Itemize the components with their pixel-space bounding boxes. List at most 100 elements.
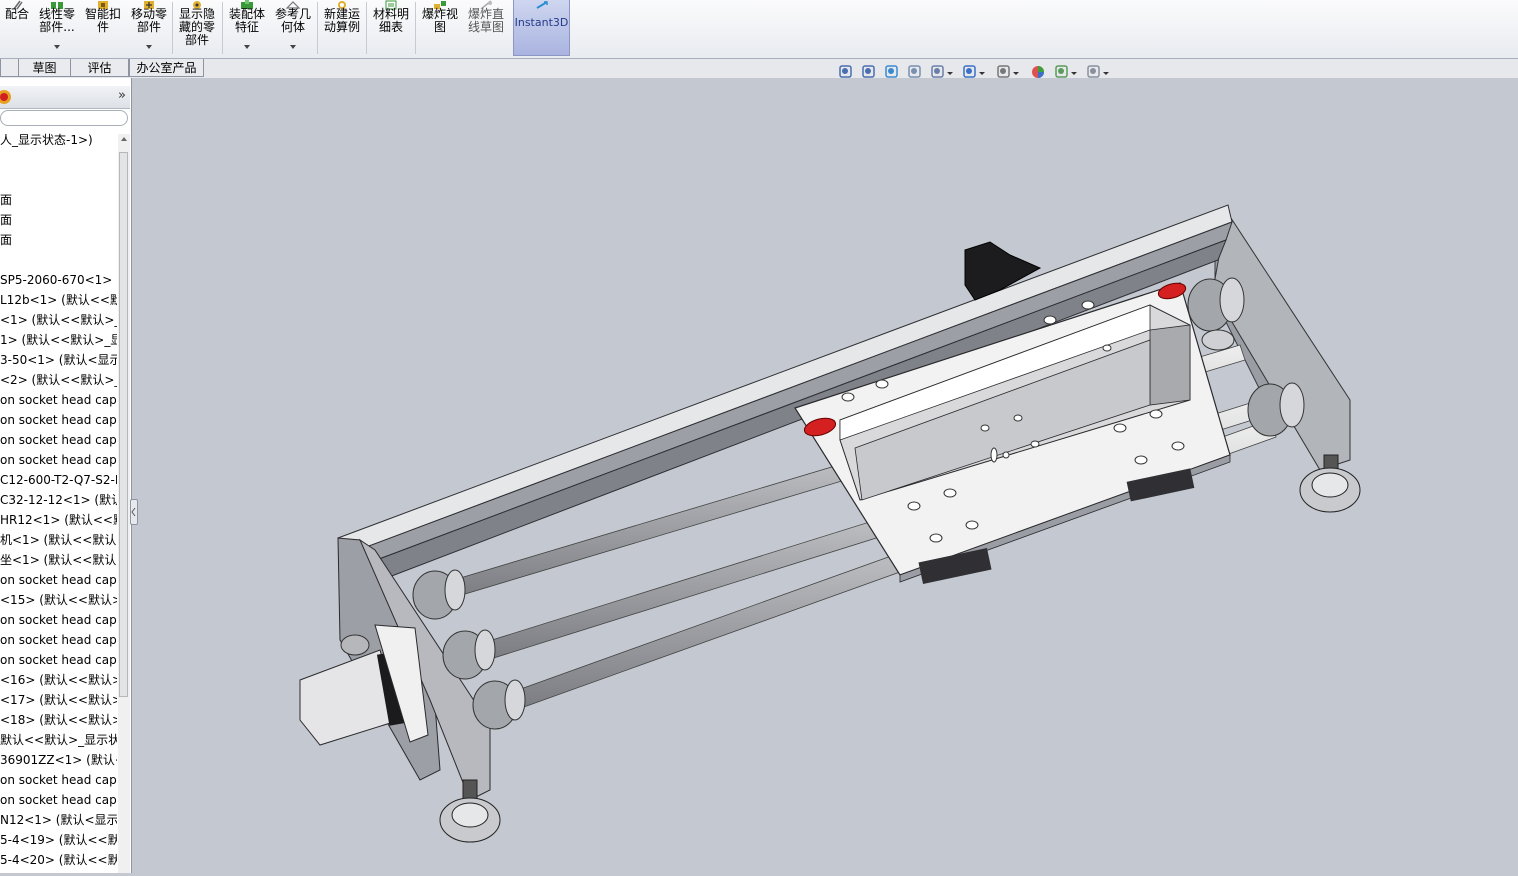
command-manager-tabs: 草图 评估 办公室产品 <box>0 59 1518 78</box>
tree-scrollbar[interactable] <box>118 134 130 873</box>
scroll-thumb[interactable] <box>119 152 128 697</box>
filter-input[interactable] <box>0 110 128 126</box>
tree-item[interactable]: on socket head cap <box>0 570 117 590</box>
zoom-to-fit-icon[interactable] <box>838 64 854 80</box>
tree-item[interactable]: N12<1> (默认<显示状 <box>0 810 117 830</box>
chevron-down-icon[interactable] <box>1103 72 1109 75</box>
tree-item[interactable]: SP5-2060-670<1> (默 <box>0 270 117 290</box>
mate-label: 配合 <box>4 7 29 21</box>
ribbon-separator <box>172 2 173 54</box>
show-hidden-components-button[interactable]: 显示隐 藏的零 部件 <box>174 0 220 56</box>
ribbon-separator <box>415 2 416 54</box>
scroll-up-icon[interactable] <box>121 137 127 141</box>
tree-item[interactable]: 36901ZZ<1> (默认<显 <box>0 750 117 770</box>
tree-item[interactable]: 坐<1> (默认<<默认> <box>0 550 117 570</box>
tree-item[interactable]: 面 <box>0 190 12 210</box>
tree-item[interactable]: on socket head cap <box>0 630 117 650</box>
smart-fastener-label: 智能扣 件 <box>84 7 121 34</box>
tree-item[interactable]: <2> (默认<<默认>_显 <box>0 370 117 390</box>
ribbon-separator <box>222 2 223 54</box>
slide-block-end <box>1149 324 1191 406</box>
leveling-foot-right <box>1299 454 1361 513</box>
view-settings-icon[interactable] <box>1086 64 1102 80</box>
tree-item[interactable]: on socket head cap <box>0 430 117 450</box>
tab-assembly[interactable] <box>0 59 19 77</box>
chevron-down-icon[interactable] <box>1013 72 1019 75</box>
tree-item[interactable]: <15> (默认<<默认>_ <box>0 590 117 610</box>
tree-item[interactable]: 默认<<默认>_显示状 <box>0 730 117 750</box>
tree-item[interactable]: 面 <box>0 230 12 250</box>
edit-appearance-icon[interactable] <box>1030 64 1046 80</box>
tree-item[interactable]: 面 <box>0 210 12 230</box>
apply-scene-icon[interactable] <box>1054 64 1070 80</box>
tree-item[interactable]: on socket head cap <box>0 770 117 790</box>
tree-item[interactable]: HR12<1> (默认<<默 <box>0 510 117 530</box>
tree-item[interactable]: <1> (默认<<默认>_显 <box>0 310 117 330</box>
section-view-icon[interactable] <box>907 64 923 80</box>
tree-item[interactable]: on socket head cap <box>0 650 117 670</box>
mate-button[interactable]: 配合 <box>0 0 34 56</box>
instant3d-button[interactable]: Instant3D <box>513 0 570 56</box>
tree-item[interactable]: on socket head cap <box>0 610 117 630</box>
panel-tab-bar: » <box>0 86 130 109</box>
hide-show-items-icon[interactable] <box>996 64 1012 80</box>
linear-pattern-label: 线性零 部件... <box>38 7 75 34</box>
tree-item[interactable]: L12b<1> (默认<<默认 <box>0 290 117 310</box>
instant3d-icon <box>535 1 548 9</box>
chevron-down-icon[interactable] <box>947 72 953 75</box>
bearing-end <box>340 634 370 656</box>
tab-evaluate[interactable]: 评估 <box>70 59 129 77</box>
exploded-view-button[interactable]: 爆炸视 图 <box>417 0 463 56</box>
leveling-foot-left <box>439 779 501 843</box>
chevron-down-icon[interactable] <box>1071 72 1077 75</box>
tree-item[interactable]: C32-12-12<1> (默认 <box>0 490 117 510</box>
tree-item[interactable]: on socket head cap <box>0 390 117 410</box>
tree-item[interactable]: on socket head cap <box>0 450 117 470</box>
tree-item[interactable]: 5-4<19> (默认<<默认 <box>0 830 117 850</box>
instant3d-label: Instant3D <box>514 16 569 29</box>
tab-sketch[interactable]: 草图 <box>18 59 71 77</box>
linear-pattern-button[interactable]: 线性零 部件... <box>34 0 80 56</box>
expand-panel-icon[interactable]: » <box>118 88 126 103</box>
assembly-model-view[interactable] <box>132 78 1518 873</box>
smart-fastener-button[interactable]: 智能扣 件 <box>80 0 126 56</box>
display-style-icon[interactable] <box>962 64 978 80</box>
chevron-down-icon[interactable] <box>54 45 60 49</box>
tree-item[interactable]: on socket head cap <box>0 410 117 430</box>
ribbon-separator <box>366 2 367 54</box>
zoom-area-icon[interactable] <box>861 64 877 80</box>
tree-item[interactable]: 人_显示状态-1>) <box>0 130 93 150</box>
previous-view-icon[interactable] <box>884 64 900 80</box>
reference-geometry-button[interactable]: 参考几 何体 <box>270 0 316 56</box>
explode-line-sketch-button[interactable]: 爆炸直 线草图 <box>463 0 509 56</box>
appearance-icon[interactable] <box>0 89 12 105</box>
tree-item[interactable]: <16> (默认<<默认>_ <box>0 670 117 690</box>
chevron-down-icon[interactable] <box>979 72 985 75</box>
reference-geometry-label: 参考几 何体 <box>274 7 311 34</box>
heads-up-view-toolbar <box>838 64 1118 84</box>
move-component-button[interactable]: 移动零 部件 <box>126 0 172 56</box>
tab-office-products[interactable]: 办公室产品 <box>129 59 204 77</box>
tree-item[interactable]: 3-50<1> (默认<显示状 <box>0 350 117 370</box>
tree-item[interactable]: C12-600-T2-Q7-S2-E <box>0 470 117 490</box>
tree-item[interactable]: <17> (默认<<默认>_ <box>0 690 117 710</box>
new-motion-study-button[interactable]: 新建运 动算例 <box>319 0 365 56</box>
view-orientation-icon[interactable] <box>930 64 946 80</box>
tree-item[interactable]: <18> (默认<<默认>_ <box>0 710 117 730</box>
chevron-down-icon[interactable] <box>290 45 296 49</box>
tree-item[interactable]: on socket head cap <box>0 790 117 810</box>
chevron-down-icon[interactable] <box>146 45 152 49</box>
graphics-area[interactable] <box>132 65 1518 873</box>
feature-manager-panel: » 人_显示状态-1>) 面面面 SP5-2060-670<1> (默L12b<1>… <box>0 78 132 873</box>
tree-item[interactable]: 机<1> (默认<<默认> <box>0 530 117 550</box>
new-motion-study-label: 新建运 动算例 <box>323 7 360 34</box>
assembly-features-button[interactable]: 装配体 特征 <box>224 0 270 56</box>
bill-of-materials-button[interactable]: 材料明 细表 <box>368 0 414 56</box>
tree-item[interactable]: 1> (默认<<默认>_显示 <box>0 330 117 350</box>
move-component-label: 移动零 部件 <box>130 7 167 34</box>
chevron-down-icon[interactable] <box>244 45 250 49</box>
ribbon-separator <box>317 2 318 54</box>
assembly-features-label: 装配体 特征 <box>228 7 265 34</box>
feature-tree: 人_显示状态-1>) 面面面 SP5-2060-670<1> (默L12b<1> (… <box>0 130 117 873</box>
tree-item[interactable]: 5-4<20> (默认<<默认 <box>0 850 117 870</box>
